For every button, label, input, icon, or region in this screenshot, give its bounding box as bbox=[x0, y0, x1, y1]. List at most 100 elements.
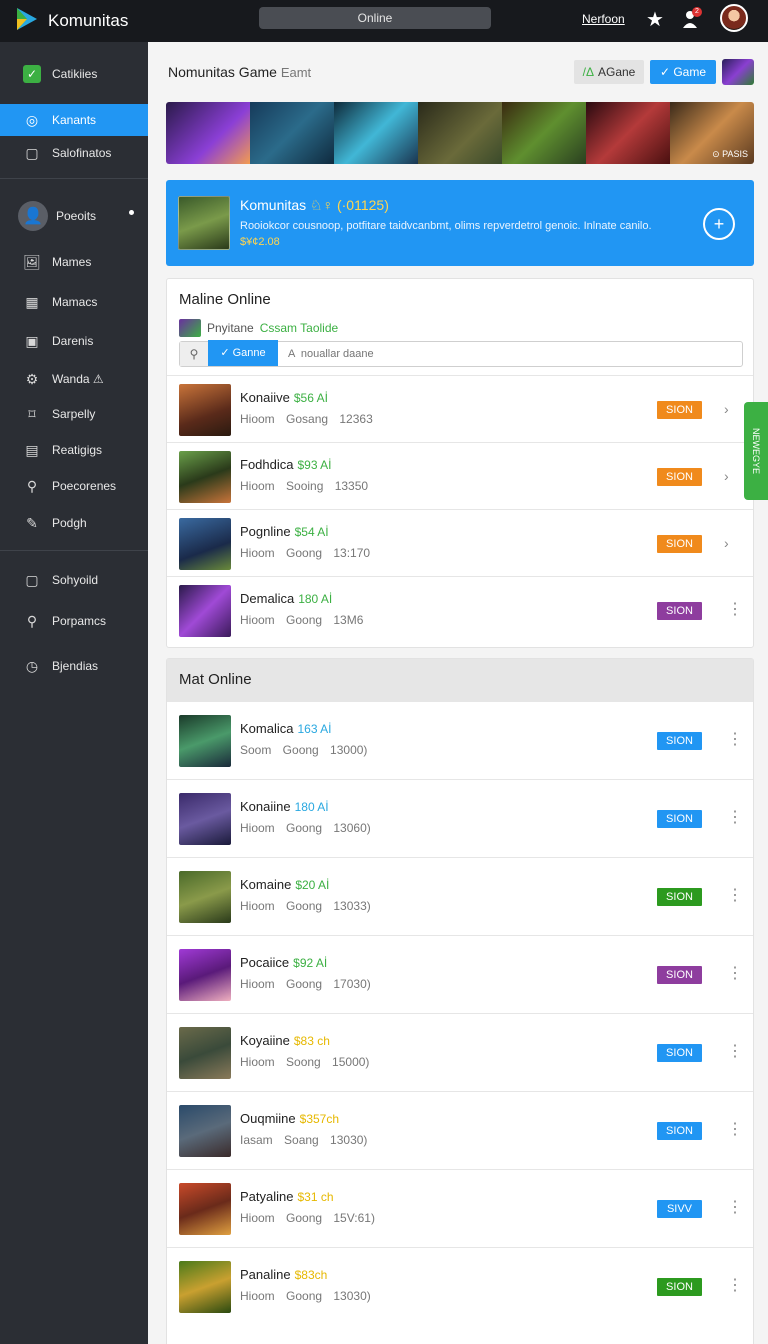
join-button[interactable]: SIVV bbox=[657, 1200, 702, 1218]
game-banner-strip[interactable]: ⊙ PASIS bbox=[166, 102, 754, 164]
sidebar-item-podgh[interactable]: ✎ Podgh bbox=[0, 507, 148, 539]
sidebar-item-mamacs[interactable]: ▦ Mamacs bbox=[0, 286, 148, 318]
banner-tile[interactable] bbox=[502, 102, 586, 164]
edit-icon: ✎ bbox=[26, 514, 38, 531]
sidebar-item-sarpelly[interactable]: ⌑ Sarpelly bbox=[0, 398, 148, 430]
game-price: $93 Aİ bbox=[297, 457, 332, 472]
join-button[interactable]: SION bbox=[657, 810, 702, 828]
sidebar-item-label: Reatigigs bbox=[52, 443, 103, 457]
sidebar-item-profile[interactable]: 👤 Poeoits bbox=[0, 196, 148, 236]
sidebar-item-label: Mamacs bbox=[52, 295, 98, 309]
game-name: Pocaiice $92 Aİ bbox=[240, 955, 327, 970]
join-button[interactable]: SION bbox=[657, 966, 702, 984]
again-button[interactable]: /Δ AGane bbox=[574, 60, 644, 84]
online-status-pill[interactable]: Online bbox=[259, 7, 491, 29]
sidebar-item-label: Mames bbox=[52, 255, 92, 269]
user-icon: 👤 bbox=[18, 201, 48, 231]
list-item[interactable]: Komaine $20 Aİ Hioom Goong 13033) SION ⋮ bbox=[167, 857, 753, 935]
list-item[interactable]: Komalica 163 Aİ Soom Goong 13000) SION ⋮ bbox=[167, 701, 753, 779]
more-options-icon[interactable]: ⋮ bbox=[727, 1044, 743, 1060]
game-price: 180 Aİ bbox=[294, 800, 329, 814]
list-item[interactable]: Patyaline $31 ch Hioom Goong 15V:61) SIVV ⋮ bbox=[167, 1169, 753, 1247]
main-content: Nomunitas Game Eamt /Δ AGane ✓ Game ⊙ PAS… bbox=[148, 42, 768, 1344]
picture-icon: 🖼 bbox=[23, 253, 41, 270]
game-button-label: Game bbox=[673, 65, 707, 79]
more-options-icon[interactable]: ⋮ bbox=[727, 1278, 743, 1294]
join-button[interactable]: SION bbox=[657, 400, 702, 419]
online-games-card: Maline Online Pnyitane Cssam Taolide ⚲ ✓… bbox=[166, 278, 754, 648]
subtitle-green: Cssam Taolide bbox=[259, 321, 339, 335]
join-button[interactable]: SION bbox=[657, 467, 702, 486]
side-feedback-tab[interactable]: NEWEGYE bbox=[744, 402, 768, 500]
more-options-icon[interactable]: ⋮ bbox=[727, 810, 743, 826]
list-item[interactable]: Fodhdica $93 Aİ Hioom Sooing 13350 SION › bbox=[167, 442, 753, 509]
more-options-icon[interactable]: ⋮ bbox=[727, 601, 743, 617]
doc-icon: ▤ bbox=[25, 441, 39, 458]
more-options-icon[interactable]: ⋮ bbox=[727, 966, 743, 982]
list-item[interactable]: Pognline $54 Aİ Hioom Goong 13:170 SION › bbox=[167, 509, 753, 576]
sidebar-item-reatigigs[interactable]: ▤ Reatigigs bbox=[0, 434, 148, 466]
game-name-text: Fodhdica bbox=[240, 456, 294, 472]
search-icon[interactable]: ⚲ bbox=[180, 342, 208, 366]
game-name: Komalica 163 Aİ bbox=[240, 721, 332, 736]
join-button[interactable]: SION bbox=[657, 1122, 702, 1140]
chevron-right-icon[interactable]: › bbox=[724, 535, 729, 551]
search-input[interactable] bbox=[278, 348, 742, 360]
game-button[interactable]: ✓ Game bbox=[650, 60, 716, 84]
app-logo-icon[interactable] bbox=[14, 6, 40, 32]
join-button[interactable]: SION bbox=[657, 888, 702, 906]
join-button[interactable]: SION bbox=[657, 732, 702, 750]
game-thumbnail[interactable] bbox=[722, 59, 754, 85]
chevron-right-icon[interactable]: › bbox=[724, 401, 729, 417]
star-icon[interactable]: ★ bbox=[646, 7, 664, 32]
banner-tile[interactable] bbox=[334, 102, 418, 164]
game-name: Demalica 180 Aİ bbox=[240, 591, 332, 606]
join-button[interactable]: SION bbox=[657, 601, 702, 620]
search-tab[interactable]: ✓ Ganne bbox=[208, 340, 278, 366]
sidebar-item-catikiies[interactable]: ✓ Catikiies bbox=[0, 58, 148, 90]
sidebar-item-mames[interactable]: 🖼 Mames bbox=[0, 246, 148, 278]
list-item[interactable]: Ouqmiine $357ch Iasam Soang 13030) SION ⋮ bbox=[167, 1091, 753, 1169]
game-price: $56 Aİ bbox=[293, 390, 328, 405]
sidebar-item-porpamcs[interactable]: ⚲ Porpamcs bbox=[0, 605, 148, 637]
banner-tile[interactable] bbox=[250, 102, 334, 164]
list-item[interactable]: Panaline $83ch Hioom Goong 13030) SION ⋮ bbox=[167, 1247, 753, 1325]
featured-price: $¥¢2.08 bbox=[240, 236, 280, 248]
more-options-icon[interactable]: ⋮ bbox=[727, 888, 743, 904]
more-options-icon[interactable]: ⋮ bbox=[727, 1200, 743, 1216]
mini-thumbnail bbox=[179, 319, 201, 337]
top-link[interactable]: Nerfoon bbox=[582, 12, 625, 26]
tag-icon: ⌑ bbox=[28, 405, 36, 422]
sidebar-item-poecorenes[interactable]: ⚲ Poecorenes bbox=[0, 470, 148, 502]
sidebar-item-darenis[interactable]: ▣ Darenis bbox=[0, 325, 148, 357]
more-options-icon[interactable]: ⋮ bbox=[727, 732, 743, 748]
featured-game-card[interactable]: Komunitas ♘♀ (·01125) Rooiokcor cousnoop… bbox=[166, 180, 754, 266]
add-icon[interactable]: + bbox=[703, 208, 735, 240]
list-item[interactable]: Pocaiice $92 Aİ Hioom Goong 17030) SION ⋮ bbox=[167, 935, 753, 1013]
banner-tile[interactable] bbox=[166, 102, 250, 164]
chevron-right-icon[interactable]: › bbox=[724, 468, 729, 484]
banner-tile[interactable] bbox=[586, 102, 670, 164]
sidebar-item-kanants[interactable]: ◎ Kanants bbox=[0, 104, 148, 136]
game-price: 180 Aİ bbox=[298, 591, 333, 606]
sidebar-item-sohyoild[interactable]: ▢ Sohyoild bbox=[0, 564, 148, 596]
user-avatar[interactable] bbox=[720, 4, 748, 32]
sidebar-item-label: Podgh bbox=[52, 516, 87, 530]
list-item[interactable]: Demalica 180 Aİ Hioom Goong 13M6 SION ⋮ bbox=[167, 576, 753, 643]
banner-tile[interactable] bbox=[418, 102, 502, 164]
game-thumbnail bbox=[179, 517, 231, 570]
list-item[interactable]: Konaiive $56 Aİ Hioom Gosang 12363 SION › bbox=[167, 375, 753, 442]
sidebar-item-salofinatos[interactable]: ▢ Salofinatos bbox=[0, 137, 148, 169]
sidebar-item-bjendias[interactable]: ◷ Bjendias bbox=[0, 650, 148, 682]
featured-title-extra: ♘♀ (·01125) bbox=[310, 197, 389, 213]
join-button[interactable]: SION bbox=[657, 1278, 702, 1296]
game-price: $83ch bbox=[294, 1268, 328, 1282]
join-button[interactable]: SION bbox=[657, 1044, 702, 1062]
sidebar-item-label: Darenis bbox=[52, 334, 94, 348]
more-options-icon[interactable]: ⋮ bbox=[727, 1122, 743, 1138]
sidebar-item-wanda[interactable]: ⚙ Wanda ⚠ bbox=[0, 363, 148, 395]
list-item[interactable]: Koyaiine $83 ch Hioom Soong 15000) SION ⋮ bbox=[167, 1013, 753, 1091]
game-thumbnail bbox=[179, 793, 231, 845]
join-button[interactable]: SION bbox=[657, 534, 702, 553]
list-item[interactable]: Konaiine 180 Aİ Hioom Goong 13060) SION ⋮ bbox=[167, 779, 753, 857]
